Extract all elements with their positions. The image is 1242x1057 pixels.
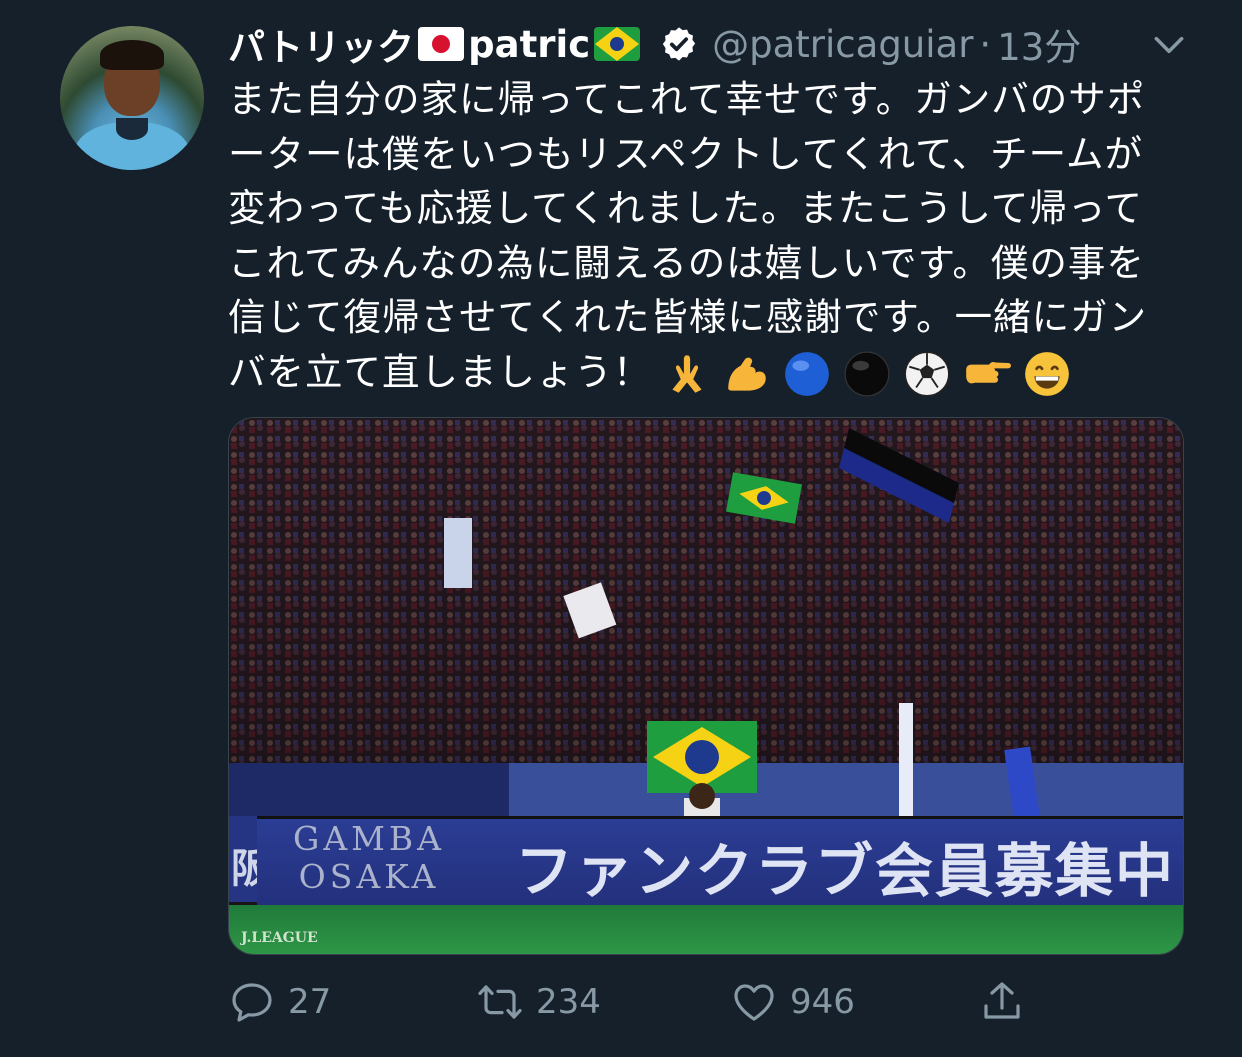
tweet-line: これてみんなの為に闘えるのは嬉しいです。僕の事を bbox=[228, 240, 1145, 285]
display-name[interactable]: パトリック patric bbox=[228, 17, 644, 71]
tweet-line: バを立て直しましょう！ bbox=[228, 349, 652, 394]
display-name-suffix: patric bbox=[468, 22, 591, 66]
share-icon bbox=[984, 982, 1020, 1019]
tweet-text: また自分の家に帰ってこれて幸せです。ガンバのサポ ーターは僕をいつもリスペクトし… bbox=[228, 72, 1188, 399]
soccer-ball-icon bbox=[903, 351, 950, 397]
retweet-count: 234 bbox=[536, 982, 601, 1022]
tweet-line: 変わっても応援してくれました。またこうして帰って bbox=[228, 186, 1143, 230]
display-name-text: パトリック bbox=[228, 26, 415, 69]
banner-side: 阪 bbox=[229, 816, 271, 902]
avatar-collar bbox=[116, 118, 148, 140]
banner-club-line: GAMBA bbox=[292, 819, 446, 858]
tweet-header: パトリック patric @patricaguiar · 13分 bbox=[228, 14, 1081, 74]
banner-message: ファンクラブ会員募集中！ bbox=[515, 837, 1184, 905]
share-button[interactable] bbox=[978, 972, 1038, 1032]
avatar-hair bbox=[100, 40, 164, 70]
avatar[interactable] bbox=[60, 26, 204, 170]
verified-badge-icon bbox=[662, 27, 696, 61]
beaming-face-icon bbox=[1024, 352, 1069, 396]
black-circle-icon bbox=[844, 351, 889, 397]
reply-icon bbox=[232, 983, 272, 1022]
retweet-button[interactable]: 234 bbox=[476, 972, 601, 1032]
banner-club-name: GAMBA OSAKA bbox=[269, 820, 469, 896]
separator-dot: · bbox=[979, 22, 992, 66]
brazil-flag-icon bbox=[594, 27, 641, 61]
reply-count: 27 bbox=[288, 982, 332, 1022]
tweet-actions: 27 234 946 bbox=[228, 972, 1188, 1032]
blue-circle-icon bbox=[784, 352, 829, 396]
league-mark: J.LEAGUE bbox=[241, 930, 318, 946]
japan-flag-icon bbox=[418, 27, 465, 61]
chevron-down-icon[interactable] bbox=[1150, 26, 1188, 64]
pointing-right-icon bbox=[965, 362, 1011, 384]
like-count: 946 bbox=[790, 982, 855, 1022]
banner-club-line: OSAKA bbox=[298, 857, 440, 896]
tweet[interactable]: パトリック patric @patricaguiar · 13分 また自分の家に… bbox=[0, 0, 1242, 1057]
tweet-photo[interactable]: 阪 GAMBA OSAKA ファンクラブ会員募集中！ J.LEAGUE bbox=[228, 417, 1184, 955]
heart-icon bbox=[734, 984, 774, 1021]
tweet-line: ーターは僕をいつもリスペクトしてくれて、チームが bbox=[228, 131, 1143, 176]
tweet-timestamp[interactable]: 13分 bbox=[997, 17, 1081, 71]
reply-button[interactable]: 27 bbox=[228, 972, 331, 1032]
user-handle[interactable]: @patricaguiar bbox=[712, 23, 973, 66]
folded-hands-icon bbox=[671, 355, 702, 393]
like-button[interactable]: 946 bbox=[730, 972, 855, 1032]
retweet-icon bbox=[478, 985, 522, 1019]
tweet-line: また自分の家に帰ってこれて幸せです。ガンバのサポ bbox=[228, 77, 1146, 121]
tweet-line: 信じて復帰させてくれた皆様に感謝です。一緒にガン bbox=[228, 295, 1148, 339]
flexed-biceps-icon bbox=[727, 357, 766, 391]
pitch bbox=[229, 905, 1183, 954]
emoji-row bbox=[662, 349, 1082, 399]
